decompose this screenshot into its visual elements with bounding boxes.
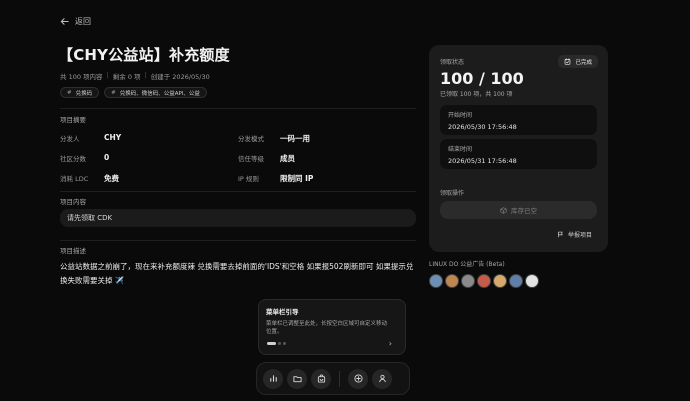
summary-grid: 分发人 CHY 分发模式 一码一用 社区分数 0 信任等级 成员 消耗 LDC … — [60, 128, 416, 188]
tag-chip[interactable]: # 兑换码、微信码、公益API、公益 — [104, 87, 207, 98]
start-time-box: 开始时间 2026/05/30 17:56:48 — [440, 105, 597, 135]
summary-key: 分发人 — [60, 135, 80, 143]
summary-key: 信任等级 — [238, 154, 264, 163]
avatar[interactable] — [477, 274, 491, 288]
dock-shop-button[interactable] — [311, 368, 331, 389]
guide-dot-active — [267, 342, 276, 345]
summary-label: 项目摘要 — [60, 116, 86, 124]
summary-value: 成员 — [280, 153, 295, 163]
summary-key: IP 规则 — [238, 174, 259, 183]
summary-cell: 消耗 LDC 免费 — [60, 173, 238, 184]
dock-create-button[interactable] — [348, 368, 368, 389]
meta-created: 创建于 2026/05/30 — [150, 73, 210, 81]
divider — [60, 240, 416, 241]
avatar-list — [429, 274, 539, 288]
description-text: 公益站数据之前崩了，现在来补充额度辣 兑换需要去掉前面的'IDS'和空格 如果报… — [60, 262, 414, 285]
end-time-value: 2026/05/31 17:56:48 — [448, 157, 517, 165]
avatar[interactable] — [525, 274, 539, 288]
summary-value: 一码一用 — [280, 133, 310, 143]
claim-status-label: 领取状态 — [440, 59, 465, 66]
summary-row: 分发人 CHY 分发模式 一码一用 — [60, 128, 416, 148]
dock-stats-button[interactable] — [263, 368, 283, 389]
back-link[interactable]: 返回 — [60, 16, 91, 27]
tag-label: 兑换码 — [75, 90, 93, 97]
summary-cell: IP 规则 限制同 IP — [238, 173, 416, 184]
bag-icon — [317, 374, 325, 383]
folder-icon — [292, 376, 302, 383]
plus-icon — [353, 374, 363, 383]
summary-key: 分发模式 — [238, 134, 264, 143]
menu-guide-popover: 菜单栏引导 菜单栏已调整至此处，长按空白区域可自定义移动位置。 › — [258, 299, 406, 355]
avatar[interactable] — [429, 274, 443, 288]
summary-value: 0 — [104, 153, 110, 162]
flag-icon — [558, 231, 563, 238]
tag-list: # 兑换码 # 兑换码、微信码、公益API、公益 — [60, 87, 207, 98]
summary-cell: 社区分数 0 — [60, 153, 238, 163]
report-button[interactable]: 举报项目 — [557, 230, 592, 239]
chart-icon — [269, 375, 277, 382]
tag-label: 兑换码、微信码、公益API、公益 — [119, 90, 200, 97]
summary-key: 社区分数 — [60, 155, 86, 163]
summary-value: 限制同 IP — [280, 173, 314, 183]
avatar[interactable] — [509, 274, 523, 288]
divider — [60, 191, 416, 192]
dock-separator — [339, 370, 340, 387]
description-label: 项目描述 — [60, 247, 86, 255]
claim-button-label: 库存已空 — [511, 207, 537, 215]
summary-value: 免费 — [104, 173, 119, 183]
page-title: 【CHY公益站】补充额度 — [58, 46, 230, 64]
bottom-dock — [256, 362, 410, 395]
project-meta: 共 100 项内容 | 剩余 0 项 | 创建于 2026/05/30 — [60, 71, 210, 81]
claim-action-label: 领取操作 — [440, 190, 465, 197]
summary-cell: 分发模式 一码一用 — [238, 133, 416, 144]
claim-status-card: 领取状态 已完成 100 / 100 已领取 100 项，共 100 项 开始时… — [429, 45, 608, 252]
start-time-label: 开始时间 — [448, 112, 473, 119]
avatar[interactable] — [445, 274, 459, 288]
hash-icon: # — [111, 89, 116, 96]
hash-icon: # — [67, 89, 72, 96]
summary-value: CHY — [104, 133, 122, 142]
content-label: 项目内容 — [60, 198, 86, 206]
report-label: 举报项目 — [567, 232, 592, 239]
summary-row: 消耗 LDC 免费 IP 规则 限制同 IP — [60, 168, 416, 188]
status-badge: 已完成 — [558, 55, 598, 68]
claim-button[interactable]: 库存已空 — [440, 201, 597, 219]
arrow-left-icon — [60, 18, 69, 25]
summary-row: 社区分数 0 信任等级 成员 — [60, 148, 416, 168]
guide-pagination — [267, 342, 286, 345]
summary-cell: 分发人 CHY — [60, 133, 238, 143]
tag-chip[interactable]: # 兑换码 — [60, 87, 100, 98]
claim-count: 100 / 100 — [440, 69, 524, 88]
guide-dot — [278, 342, 281, 345]
guide-dot — [283, 342, 286, 345]
end-time-box: 结束时间 2026/05/31 17:56:48 — [440, 139, 597, 169]
claim-summary: 已领取 100 项，共 100 项 — [440, 91, 513, 98]
chevron-right-icon[interactable]: › — [389, 339, 392, 348]
summary-cell: 信任等级 成员 — [238, 153, 416, 164]
meta-separator: | — [144, 71, 147, 79]
avatar[interactable] — [493, 274, 507, 288]
meta-remaining: 剩余 0 项 — [112, 73, 141, 81]
calendar-check-icon — [565, 58, 571, 65]
guide-text: 菜单栏已调整至此处，长按空白区域可自定义移动位置。 — [266, 321, 388, 335]
user-icon — [378, 374, 386, 383]
dock-folder-button[interactable] — [287, 368, 307, 389]
back-label: 返回 — [75, 17, 91, 26]
meta-separator: | — [106, 71, 109, 79]
guide-title: 菜单栏引导 — [266, 308, 299, 316]
cdk-content-box: 请先领取 CDK — [60, 209, 416, 227]
status-text: 已完成 — [575, 59, 592, 66]
end-time-label: 结束时间 — [448, 146, 473, 153]
box-icon — [500, 206, 507, 214]
start-time-value: 2026/05/30 17:56:48 — [448, 123, 517, 131]
avatar[interactable] — [461, 274, 475, 288]
ad-label: LINUX DO 公益广告 (Beta) — [429, 261, 505, 268]
meta-total: 共 100 项内容 — [60, 73, 103, 81]
dock-profile-button[interactable] — [372, 368, 392, 389]
summary-key: 消耗 LDC — [60, 174, 89, 183]
divider — [60, 108, 416, 109]
